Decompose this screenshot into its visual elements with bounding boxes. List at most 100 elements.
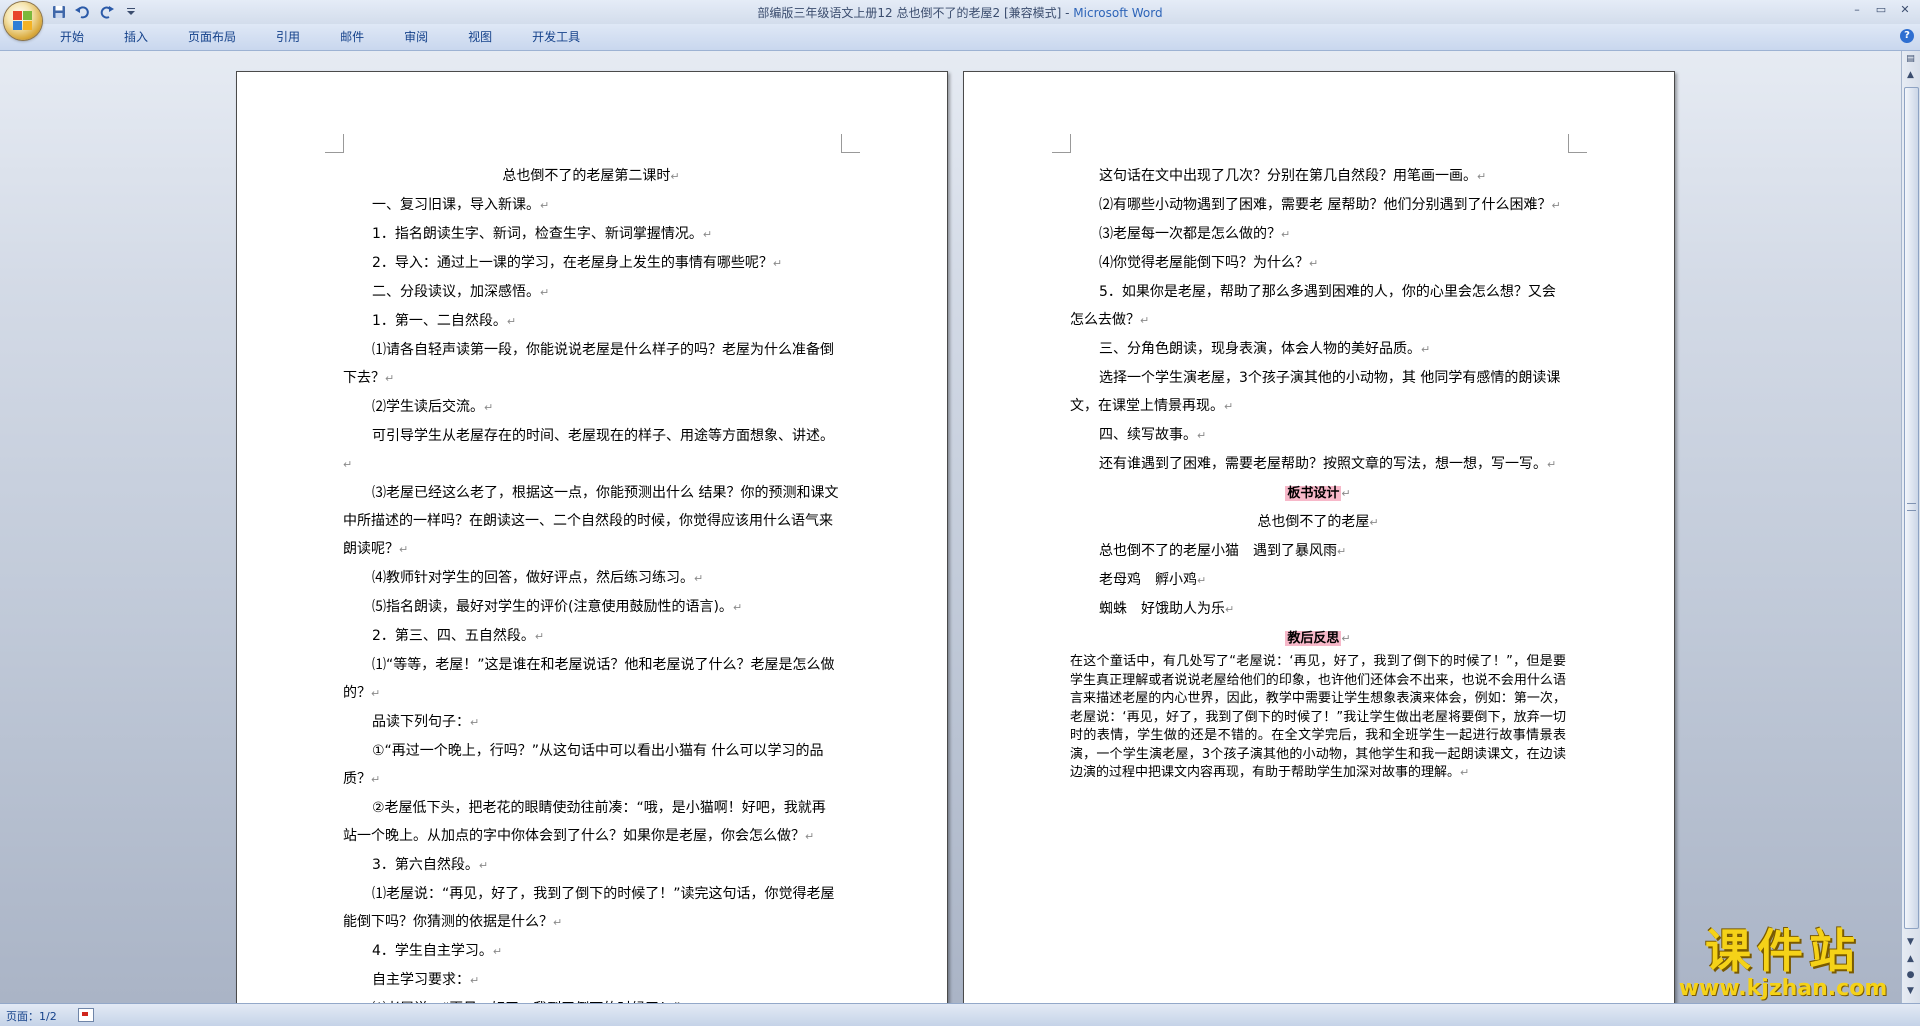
paragraph-mark-icon: ↵ (470, 974, 480, 987)
paragraph: ⑶老屋已经这么老了，根据这一点，你能预测出什么 结果？你的预测和课文中所描述的一… (343, 479, 839, 564)
next-page-icon[interactable]: ▼ (1904, 985, 1917, 998)
paragraph-mark-icon: ↵ (470, 716, 480, 729)
paragraph-mark-icon: ↵ (399, 543, 409, 556)
help-icon[interactable]: ? (1900, 29, 1914, 43)
paragraph: 还有谁遇到了困难，需要老屋帮助？按照文章的写法，想一想，写一写。↵ (1070, 450, 1566, 479)
paragraph-text: 品读下列句子： (372, 714, 470, 730)
proofing-status-icon[interactable] (78, 1008, 94, 1022)
previous-page-icon[interactable]: ▲ (1904, 953, 1917, 966)
paragraph-mark-icon: ↵ (484, 401, 494, 414)
paragraph-text: 可引导学生从老屋存在的时间、老屋现在的样子、用途等方面想象、讲述。 (372, 428, 834, 444)
paragraph-text: 四、续写故事。 (1099, 427, 1197, 443)
paragraph-text: ⑵有哪些小动物遇到了困难，需要老 屋帮助？他们分别遇到了什么困难？ (1099, 197, 1552, 213)
tab-home[interactable]: 开始 (48, 29, 96, 45)
paragraph-text: 自主学习要求： (372, 972, 470, 988)
office-button[interactable] (4, 2, 42, 40)
page-2[interactable]: 这句话在文中出现了几次？分别在第几自然段？用笔画一画。↵ ⑵有哪些小动物遇到了困难… (963, 71, 1675, 1003)
paragraph-mark-icon: ↵ (1197, 429, 1207, 442)
select-browse-object-icon[interactable]: ● (1904, 969, 1917, 982)
ribbon-tabs: 开始 插入 页面布局 引用 邮件 审阅 视图 开发工具 (48, 29, 608, 45)
paragraph-mark-icon: ↵ (772, 257, 783, 270)
app-name: Microsoft Word (1073, 6, 1163, 20)
crop-mark (1052, 134, 1071, 153)
scroll-down-icon[interactable]: ▼ (1904, 936, 1917, 949)
page-1-text: 总也倒不了的老屋第二课时↵ 一、复习旧课，导入新课。↵ 1．指名朗读生字、新词，检查… (343, 162, 839, 1003)
paragraph: 5．如果你是老屋，帮助了那么多遇到困难的人，你的心里会怎么想？又会怎么去做？↵ (1070, 278, 1566, 335)
status-bar: 页面：1/2 (0, 1003, 1920, 1026)
tab-references[interactable]: 引用 (264, 29, 312, 45)
paragraph: 可引导学生从老屋存在的时间、老屋现在的样子、用途等方面想象、讲述。 ↵ (343, 422, 839, 479)
paragraph-mark-icon: ↵ (540, 199, 550, 212)
paragraph: 选择一个学生演老屋，3个孩子演其他的小动物，其 他同学有感情的朗读课文，在课堂上… (1070, 364, 1566, 421)
paragraph: 蜘蛛 好饿助人为乐↵ (1070, 595, 1566, 624)
paragraph-text: 三、分角色朗读，现身表演，体会人物的美好品质。 (1099, 341, 1421, 357)
paragraph: ⑴“等等，老屋！”这是谁在和老屋说话？他和老屋说了什么？老屋是怎么做的？↵ (343, 651, 839, 708)
paragraph-text: ⑴请各自轻声读第一段，你能说说老屋是什么样子的吗？老屋为什么准备倒下去？ (343, 342, 834, 386)
paragraph-text: ⑶老屋每一次都是怎么做的？ (1099, 226, 1281, 242)
paragraph-text: 老母鸡 孵小鸡 (1099, 572, 1197, 588)
tab-page-layout[interactable]: 页面布局 (176, 29, 248, 45)
paragraph-mark-icon: ↵ (1460, 766, 1470, 779)
paragraph-mark-icon: ↵ (1341, 632, 1351, 645)
paragraph-text: 教后反思 (1285, 631, 1342, 646)
paragraph-text: 总也倒不了的老屋小猫 遇到了暴风雨 (1099, 543, 1337, 559)
paragraph-text: 2．第三、四、五自然段。 (372, 628, 535, 644)
paragraph-text: ⑵学生读后交流。 (372, 399, 484, 415)
paragraph-text: ⑴老屋说：“再见，好了，我到了倒下的时候了！”读完这句话，你觉得老屋能倒下吗？你… (343, 886, 835, 930)
page-2-text: 这句话在文中出现了几次？分别在第几自然段？用笔画一画。↵ ⑵有哪些小动物遇到了困难… (1070, 162, 1566, 783)
maximize-button[interactable]: ▭ (1870, 2, 1892, 18)
paragraph-mark-icon: ↵ (1337, 545, 1347, 558)
page-indicator[interactable]: 页面：1/2 (6, 1008, 57, 1024)
paragraph-text: 总也倒不了的老屋第二课时 (502, 168, 671, 184)
paragraph-mark-icon: ↵ (1224, 400, 1234, 413)
paragraph: 老母鸡 孵小鸡↵ (1070, 566, 1566, 595)
minimize-button[interactable]: – (1846, 2, 1868, 18)
scroll-up-icon[interactable]: ▲ (1904, 69, 1917, 82)
paragraph: 1．指名朗读生字、新词，检查生字、新词掌握情况。↵ (343, 220, 839, 249)
tab-mailings[interactable]: 邮件 (328, 29, 376, 45)
paragraph-mark-icon: ↵ (1477, 170, 1487, 183)
ruler-toggle-icon[interactable]: ▤ (1904, 53, 1917, 66)
paragraph: ⑶老屋每一次都是怎么做的？↵ (1070, 220, 1566, 249)
paragraph-text: 在这个童话中，有几处写了“老屋说：‘再见，好了，我到了倒下的时候了！”，但是要学… (1070, 654, 1566, 780)
tab-view[interactable]: 视图 (456, 29, 504, 45)
paragraph-text: 二、分段读议，加深感悟。 (372, 284, 540, 300)
scrollbar-grip-icon (1907, 503, 1916, 511)
paragraph: 四、续写故事。↵ (1070, 421, 1566, 450)
paragraph-mark-icon: ↵ (1197, 574, 1207, 587)
paragraph-text: ⑶老屋已经这么老了，根据这一点，你能预测出什么 结果？你的预测和课文中所描述的一… (343, 485, 839, 557)
paragraph: 总也倒不了的老屋第二课时↵ (343, 162, 839, 191)
vertical-scrollbar[interactable]: ▤ ▲ ▼ ▲ ● ▼ (1901, 51, 1920, 1003)
paragraph-text: 还有谁遇到了困难，需要老屋帮助？按照文章的写法，想一想，写一写。 (1099, 456, 1547, 472)
paragraph-mark-icon: ↵ (1369, 516, 1379, 529)
scrollbar-thumb[interactable] (1904, 87, 1919, 929)
paragraph-text: 2．导入：通过上一课的学习，在老屋身上发生的事情有哪些呢？ (372, 255, 773, 271)
ribbon: 开始 插入 页面布局 引用 邮件 审阅 视图 开发工具 ? (0, 24, 1920, 51)
tab-review[interactable]: 审阅 (392, 29, 440, 45)
paragraph-text: 这句话在文中出现了几次？分别在第几自然段？用笔画一画。 (1099, 168, 1477, 184)
page-1[interactable]: 总也倒不了的老屋第二课时↵ 一、复习旧课，导入新课。↵ 1．指名朗读生字、新词，检查… (236, 71, 948, 1003)
paragraph-text: 3．第六自然段。 (372, 857, 479, 873)
crop-mark (1568, 134, 1587, 153)
tab-developer[interactable]: 开发工具 (520, 29, 592, 45)
paragraph: 2．导入：通过上一课的学习，在老屋身上发生的事情有哪些呢？↵ (343, 249, 839, 278)
paragraph-mark-icon: ↵ (1547, 458, 1557, 471)
paragraph-mark-icon: ↵ (1140, 314, 1150, 327)
paragraph-mark-icon: ↵ (694, 572, 704, 585)
close-button[interactable]: ✕ (1894, 2, 1916, 18)
watermark-text: 课件站 (1705, 924, 1861, 978)
tab-insert[interactable]: 插入 (112, 29, 160, 45)
paragraph-text: ①“再过一个晚上，行吗？”从这句话中可以看出小猫有 什么可以学习的品质？ (343, 743, 824, 787)
paragraph: 3．第六自然段。↵ (343, 851, 839, 880)
document-area[interactable]: 总也倒不了的老屋第二课时↵ 一、复习旧课，导入新课。↵ 1．指名朗读生字、新词，检查… (0, 51, 1902, 1003)
paragraph-mark-icon: ↵ (385, 372, 395, 385)
paragraph: ①“再过一个晚上，行吗？”从这句话中可以看出小猫有 什么可以学习的品质？↵ (343, 737, 839, 794)
paragraph: ②老屋低下头，把老花的眼睛使劲往前凑：“哦，是小猫啊！好吧，我就再站一个晚上。从… (343, 794, 839, 851)
watermark-url: www.kjzhan.com (1678, 976, 1888, 1001)
paragraph-text: 板书设计 (1285, 486, 1342, 501)
paragraph: ⑷你觉得老屋能倒下吗？为什么？↵ (1070, 249, 1566, 278)
paragraph-mark-icon: ↵ (1225, 603, 1235, 616)
paragraph-mark-icon: ↵ (732, 601, 743, 614)
paragraph: 一、复习旧课，导入新课。↵ (343, 191, 839, 220)
paragraph-text: ⑴“等等，老屋！”这是谁在和老屋说话？他和老屋说了什么？老屋是怎么做的？ (343, 657, 835, 701)
